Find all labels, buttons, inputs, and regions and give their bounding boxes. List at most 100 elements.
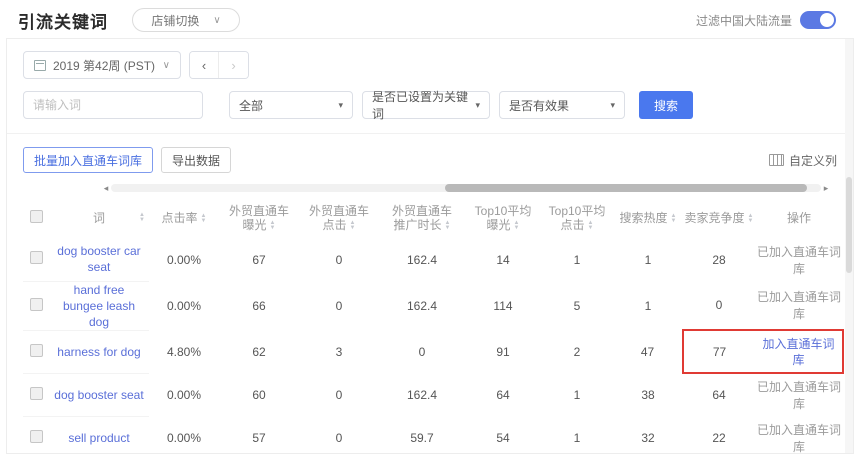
cell-p4p-impressions: 66 <box>252 298 266 313</box>
select-all-cell <box>23 198 49 238</box>
scroll-right-icon[interactable]: ▸ <box>821 183 831 193</box>
shop-switch-dropdown[interactable]: 店铺切换 ∨ <box>132 8 240 32</box>
keyword-link[interactable]: dog booster seat <box>50 387 147 403</box>
cell-top10-impressions: 14 <box>496 252 510 267</box>
sort-icon[interactable]: ▲ ▼ <box>139 212 145 223</box>
calendar-icon <box>34 59 46 71</box>
search-button[interactable]: 搜索 <box>639 91 694 119</box>
filter-row: 全部 ▾ 是否已设置为关键词 ▾ 是否有效果 ▾ 搜索 <box>7 90 853 133</box>
table-header-row: 词 ▲ ▼ 点击率 ▲ ▼ 外贸直通车 曝光 ▲ ▼ 外贸直通车 点击 ▲ ▼ 外贸直通车 推广时长 ▲ ▼… <box>23 198 843 238</box>
keyword-search-input[interactable] <box>23 91 203 119</box>
row-checkbox[interactable] <box>29 297 43 311</box>
row-checkbox[interactable] <box>29 251 43 265</box>
cell-p4p-clicks: 0 <box>335 387 343 402</box>
effective-select[interactable]: 是否有效果 ▾ <box>499 91 625 119</box>
keyword-link[interactable]: harness for dog <box>53 344 144 360</box>
keyword-link[interactable]: sell product <box>64 430 133 446</box>
column-header-ctr[interactable]: 点击率 ▲ ▼ <box>149 198 219 238</box>
select-all-checkbox[interactable] <box>29 210 43 223</box>
vertical-scrollbar-thumb[interactable] <box>846 177 852 273</box>
column-header-p4p-clicks[interactable]: 外贸直通车 点击 ▲ ▼ <box>299 198 379 238</box>
column-label: 外贸直通车 点击 <box>308 204 369 232</box>
column-label: 外贸直通车 曝光 <box>228 204 289 232</box>
week-picker-value: 2019 第42周 (PST) <box>53 58 156 73</box>
column-header-p4p-impressions[interactable]: 外贸直通车 曝光 ▲ ▼ <box>219 198 299 238</box>
column-header-action: 操作 <box>755 198 843 238</box>
customize-columns-label: 自定义列 <box>788 153 837 168</box>
add-to-p4p-link[interactable]: 加入直通车词库 <box>755 336 841 368</box>
column-header-top10-clicks[interactable]: Top10平均 点击 ▲ ▼ <box>541 198 613 238</box>
column-label: Top10平均 曝光 <box>474 204 532 232</box>
cell-top10-impressions: 91 <box>496 344 510 359</box>
scrollbar-thumb[interactable] <box>444 184 807 192</box>
sort-icon[interactable]: ▲ ▼ <box>748 213 754 224</box>
cell-p4p-duration: 162.4 <box>406 387 438 402</box>
sort-icon[interactable]: ▲ ▼ <box>270 220 276 231</box>
prev-week-button[interactable]: ‹ <box>190 52 219 78</box>
sort-icon[interactable]: ▲ ▼ <box>671 213 677 224</box>
scope-select[interactable]: 全部 ▾ <box>229 91 353 119</box>
cell-action: 已加入直通车词库 <box>755 373 843 416</box>
keyword-set-select[interactable]: 是否已设置为关键词 ▾ <box>362 90 490 121</box>
cell-p4p-impressions: 60 <box>252 387 266 402</box>
filters-section: 全部 ▾ 是否已设置为关键词 ▾ 是否有效果 ▾ 搜索 <box>7 90 853 134</box>
column-header-competition[interactable]: 卖家竞争度 ▲ ▼ <box>683 198 755 238</box>
row-checkbox[interactable] <box>29 429 43 443</box>
batch-add-to-p4p-button[interactable]: 批量加入直通车词库 <box>23 147 154 173</box>
cell-ctr: 0.00% <box>166 252 202 267</box>
column-label: 操作 <box>786 211 811 225</box>
week-picker[interactable]: 2019 第42周 (PST) ∨ <box>23 51 181 79</box>
cell-top10-clicks: 1 <box>573 430 581 445</box>
keyword-link[interactable]: hand free bungee leash dog <box>49 282 149 330</box>
keyword-link[interactable]: dog booster car seat <box>49 243 149 275</box>
cell-competition: 22 <box>712 430 726 445</box>
table-row: hand free bungee leash dog 0.00% 66 0 162.4 1… <box>23 281 843 331</box>
column-header-word[interactable]: 词 ▲ ▼ <box>49 198 149 238</box>
cell-p4p-clicks: 0 <box>335 298 343 313</box>
cell-ctr: 0.00% <box>166 387 202 402</box>
sort-icon[interactable]: ▲ ▼ <box>514 220 520 231</box>
cell-p4p-clicks: 3 <box>335 344 343 359</box>
column-label: 卖家竞争度 <box>684 211 745 225</box>
customize-columns-button[interactable]: 自定义列 <box>768 152 837 169</box>
scroll-left-icon[interactable]: ◂ <box>101 183 111 193</box>
keywords-table-area: ◂ ▸ 词 ▲ ▼ 点击率 ▲ ▼ 外贸直通车 曝光 ▲ ▼ 外贸直通车 点击 ▲ ▼ 外贸直通车 推广… <box>7 183 853 454</box>
date-row: 2019 第42周 (PST) ∨ ‹ › <box>7 51 853 79</box>
sort-icon[interactable]: ▲ ▼ <box>350 220 356 231</box>
row-checkbox[interactable] <box>29 386 43 400</box>
filter-traffic-toggle[interactable] <box>800 11 836 29</box>
action-status: 已加入直通车词库 <box>756 422 841 454</box>
scope-select-value: 全部 <box>239 98 264 113</box>
cell-competition: 64 <box>712 388 726 402</box>
cell-top10-impressions: 64 <box>496 387 510 402</box>
table-row: dog booster car seat 0.00% 67 0 162.4 14 1 1 28 已… <box>23 238 843 282</box>
sort-icon[interactable]: ▲ ▼ <box>588 220 594 231</box>
page-header: 引流关键词 店铺切换 ∨ 过滤中国大陆流量 <box>0 0 860 34</box>
export-data-button[interactable]: 导出数据 <box>161 147 232 173</box>
keywords-table: 词 ▲ ▼ 点击率 ▲ ▼ 外贸直通车 曝光 ▲ ▼ 外贸直通车 点击 ▲ ▼ 外贸直通车 推广时长 ▲ ▼… <box>23 198 844 454</box>
cell-action: 已加入直通车词库 <box>755 238 843 281</box>
cell-top10-clicks: 2 <box>573 344 581 359</box>
column-label: 点击率 <box>161 211 198 225</box>
column-header-p4p-duration[interactable]: 外贸直通车 推广时长 ▲ ▼ <box>379 198 465 238</box>
cell-ctr: 0.00% <box>166 430 202 445</box>
sort-icon[interactable]: ▲ ▼ <box>201 213 207 224</box>
vertical-scrollbar[interactable] <box>845 39 853 453</box>
shop-switch-label: 店铺切换 <box>151 13 200 28</box>
cell-top10-impressions: 114 <box>493 298 513 313</box>
table-row: dog booster seat 0.00% 60 0 162.4 64 1 38 64 已加入直… <box>23 373 843 417</box>
week-pager: ‹ › <box>189 51 249 79</box>
table-row: harness for dog 4.80% 62 3 0 91 2 47 77 加入直通车词库 <box>23 329 844 374</box>
scrollbar-track[interactable] <box>111 184 821 192</box>
next-week-button[interactable]: › <box>219 52 248 78</box>
column-header-search-heat[interactable]: 搜索热度 ▲ ▼ <box>613 198 683 238</box>
traffic-keywords-page: 引流关键词 店铺切换 ∨ 过滤中国大陆流量 2019 第42周 (PST) ∨ … <box>0 0 860 454</box>
toolbar-row: 批量加入直通车词库 导出数据 自定义列 <box>7 147 853 173</box>
content-card: 2019 第42周 (PST) ∨ ‹ › 全部 ▾ 是否已设置为关键词 ▾ <box>6 38 854 454</box>
sort-icon[interactable]: ▲ ▼ <box>445 220 451 231</box>
cell-top10-clicks: 1 <box>573 252 581 267</box>
column-header-top10-impressions[interactable]: Top10平均 曝光 ▲ ▼ <box>465 198 541 238</box>
cell-action: 已加入直通车词库 <box>755 416 843 454</box>
row-checkbox[interactable] <box>29 343 43 357</box>
column-label: 词 <box>92 211 105 225</box>
